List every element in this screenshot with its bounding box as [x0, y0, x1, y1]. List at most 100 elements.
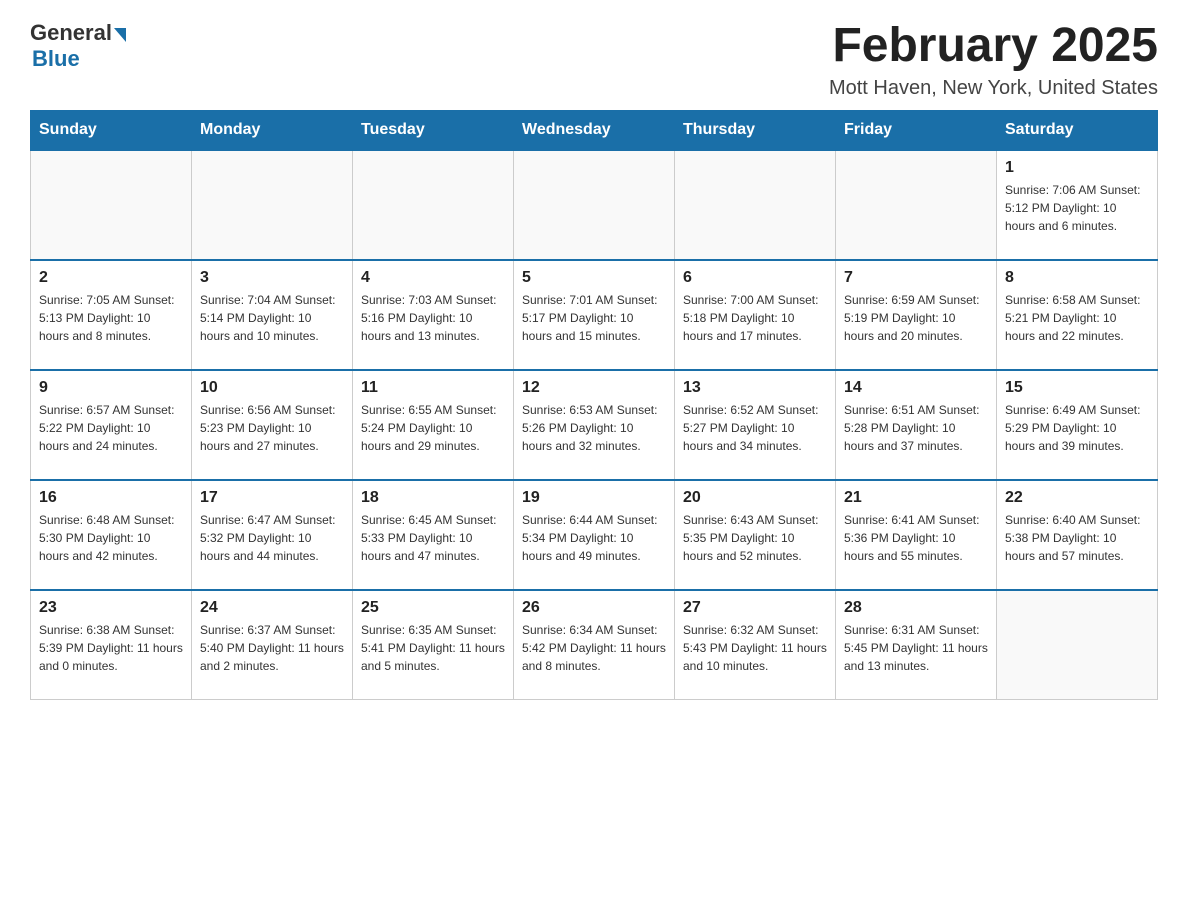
- day-number: 23: [39, 599, 183, 617]
- logo: General Blue: [30, 20, 126, 72]
- day-number: 16: [39, 489, 183, 507]
- day-number: 7: [844, 269, 988, 287]
- day-info: Sunrise: 6:49 AM Sunset: 5:29 PM Dayligh…: [1005, 401, 1149, 455]
- day-number: 1: [1005, 159, 1149, 177]
- week-row-5: 23 Sunrise: 6:38 AM Sunset: 5:39 PM Dayli…: [31, 590, 1158, 700]
- logo-general-text: General: [30, 20, 112, 46]
- week-row-2: 2Sunrise: 7:05 AM Sunset: 5:13 PM Daylig…: [31, 260, 1158, 370]
- day-info: Sunrise: 6:35 AM Sunset: 5:41 PM Dayligh…: [361, 621, 505, 675]
- logo-arrow-icon: [114, 28, 126, 42]
- header-right: February 2025 Mott Haven, New York, Unit…: [829, 20, 1158, 100]
- calendar-table: SundayMondayTuesdayWednesdayThursdayFrid…: [30, 110, 1158, 701]
- day-info: Sunrise: 6:31 AM Sunset: 5:45 PM Dayligh…: [844, 621, 988, 675]
- calendar-cell: 18 Sunrise: 6:45 AM Sunset: 5:33 PM Dayli…: [353, 480, 514, 590]
- day-info: Sunrise: 6:37 AM Sunset: 5:40 PM Dayligh…: [200, 621, 344, 675]
- weekday-header-monday: Monday: [192, 110, 353, 150]
- calendar-cell: [192, 150, 353, 260]
- week-row-1: 1 Sunrise: 7:06 AM Sunset: 5:12 PM Daylig…: [31, 150, 1158, 260]
- calendar-cell: 2Sunrise: 7:05 AM Sunset: 5:13 PM Daylig…: [31, 260, 192, 370]
- day-info: Sunrise: 6:40 AM Sunset: 5:38 PM Dayligh…: [1005, 511, 1149, 565]
- location-subtitle: Mott Haven, New York, United States: [829, 77, 1158, 100]
- day-info: Sunrise: 7:01 AM Sunset: 5:17 PM Dayligh…: [522, 291, 666, 345]
- calendar-cell: 13 Sunrise: 6:52 AM Sunset: 5:27 PM Dayli…: [675, 370, 836, 480]
- week-row-4: 16Sunrise: 6:48 AM Sunset: 5:30 PM Dayli…: [31, 480, 1158, 590]
- weekday-header-wednesday: Wednesday: [514, 110, 675, 150]
- day-info: Sunrise: 6:38 AM Sunset: 5:39 PM Dayligh…: [39, 621, 183, 675]
- day-info: Sunrise: 7:06 AM Sunset: 5:12 PM Dayligh…: [1005, 181, 1149, 235]
- page-header: General Blue February 2025 Mott Haven, N…: [30, 20, 1158, 100]
- day-number: 15: [1005, 379, 1149, 397]
- day-number: 10: [200, 379, 344, 397]
- calendar-cell: [997, 590, 1158, 700]
- day-number: 9: [39, 379, 183, 397]
- calendar-cell: 3 Sunrise: 7:04 AM Sunset: 5:14 PM Daylig…: [192, 260, 353, 370]
- day-info: Sunrise: 6:57 AM Sunset: 5:22 PM Dayligh…: [39, 401, 183, 455]
- calendar-cell: 1 Sunrise: 7:06 AM Sunset: 5:12 PM Daylig…: [997, 150, 1158, 260]
- calendar-cell: 14 Sunrise: 6:51 AM Sunset: 5:28 PM Dayli…: [836, 370, 997, 480]
- calendar-cell: 7 Sunrise: 6:59 AM Sunset: 5:19 PM Daylig…: [836, 260, 997, 370]
- day-number: 5: [522, 269, 666, 287]
- calendar-cell: 25 Sunrise: 6:35 AM Sunset: 5:41 PM Dayli…: [353, 590, 514, 700]
- day-info: Sunrise: 6:41 AM Sunset: 5:36 PM Dayligh…: [844, 511, 988, 565]
- calendar-cell: 5 Sunrise: 7:01 AM Sunset: 5:17 PM Daylig…: [514, 260, 675, 370]
- day-number: 20: [683, 489, 827, 507]
- weekday-header-sunday: Sunday: [31, 110, 192, 150]
- day-number: 24: [200, 599, 344, 617]
- day-info: Sunrise: 7:03 AM Sunset: 5:16 PM Dayligh…: [361, 291, 505, 345]
- day-info: Sunrise: 6:34 AM Sunset: 5:42 PM Dayligh…: [522, 621, 666, 675]
- day-info: Sunrise: 6:44 AM Sunset: 5:34 PM Dayligh…: [522, 511, 666, 565]
- calendar-cell: 17 Sunrise: 6:47 AM Sunset: 5:32 PM Dayli…: [192, 480, 353, 590]
- calendar-cell: [675, 150, 836, 260]
- weekday-header-friday: Friday: [836, 110, 997, 150]
- day-number: 14: [844, 379, 988, 397]
- calendar-cell: 16Sunrise: 6:48 AM Sunset: 5:30 PM Dayli…: [31, 480, 192, 590]
- day-number: 3: [200, 269, 344, 287]
- day-info: Sunrise: 6:56 AM Sunset: 5:23 PM Dayligh…: [200, 401, 344, 455]
- calendar-cell: 19 Sunrise: 6:44 AM Sunset: 5:34 PM Dayli…: [514, 480, 675, 590]
- day-info: Sunrise: 7:00 AM Sunset: 5:18 PM Dayligh…: [683, 291, 827, 345]
- day-info: Sunrise: 6:59 AM Sunset: 5:19 PM Dayligh…: [844, 291, 988, 345]
- day-number: 19: [522, 489, 666, 507]
- weekday-header-tuesday: Tuesday: [353, 110, 514, 150]
- calendar-cell: [353, 150, 514, 260]
- calendar-cell: 4 Sunrise: 7:03 AM Sunset: 5:16 PM Daylig…: [353, 260, 514, 370]
- calendar-cell: 8Sunrise: 6:58 AM Sunset: 5:21 PM Daylig…: [997, 260, 1158, 370]
- calendar-cell: 27Sunrise: 6:32 AM Sunset: 5:43 PM Dayli…: [675, 590, 836, 700]
- calendar-cell: 6 Sunrise: 7:00 AM Sunset: 5:18 PM Daylig…: [675, 260, 836, 370]
- calendar-cell: 21 Sunrise: 6:41 AM Sunset: 5:36 PM Dayli…: [836, 480, 997, 590]
- day-number: 21: [844, 489, 988, 507]
- calendar-cell: 10 Sunrise: 6:56 AM Sunset: 5:23 PM Dayli…: [192, 370, 353, 480]
- calendar-cell: 23 Sunrise: 6:38 AM Sunset: 5:39 PM Dayli…: [31, 590, 192, 700]
- day-info: Sunrise: 6:52 AM Sunset: 5:27 PM Dayligh…: [683, 401, 827, 455]
- calendar-cell: 9 Sunrise: 6:57 AM Sunset: 5:22 PM Daylig…: [31, 370, 192, 480]
- day-info: Sunrise: 6:43 AM Sunset: 5:35 PM Dayligh…: [683, 511, 827, 565]
- logo-blue-text: Blue: [32, 46, 80, 72]
- day-number: 4: [361, 269, 505, 287]
- day-number: 17: [200, 489, 344, 507]
- calendar-cell: 26 Sunrise: 6:34 AM Sunset: 5:42 PM Dayli…: [514, 590, 675, 700]
- day-info: Sunrise: 6:53 AM Sunset: 5:26 PM Dayligh…: [522, 401, 666, 455]
- month-title: February 2025: [829, 20, 1158, 73]
- day-number: 18: [361, 489, 505, 507]
- calendar-cell: [836, 150, 997, 260]
- day-number: 26: [522, 599, 666, 617]
- day-info: Sunrise: 6:51 AM Sunset: 5:28 PM Dayligh…: [844, 401, 988, 455]
- day-info: Sunrise: 7:04 AM Sunset: 5:14 PM Dayligh…: [200, 291, 344, 345]
- day-number: 12: [522, 379, 666, 397]
- day-info: Sunrise: 6:47 AM Sunset: 5:32 PM Dayligh…: [200, 511, 344, 565]
- day-number: 28: [844, 599, 988, 617]
- day-number: 22: [1005, 489, 1149, 507]
- calendar-cell: [31, 150, 192, 260]
- day-info: Sunrise: 6:45 AM Sunset: 5:33 PM Dayligh…: [361, 511, 505, 565]
- day-number: 2: [39, 269, 183, 287]
- calendar-cell: [514, 150, 675, 260]
- weekday-header-saturday: Saturday: [997, 110, 1158, 150]
- day-number: 13: [683, 379, 827, 397]
- calendar-cell: 12 Sunrise: 6:53 AM Sunset: 5:26 PM Dayli…: [514, 370, 675, 480]
- day-number: 6: [683, 269, 827, 287]
- day-number: 25: [361, 599, 505, 617]
- calendar-cell: 22 Sunrise: 6:40 AM Sunset: 5:38 PM Dayli…: [997, 480, 1158, 590]
- day-info: Sunrise: 6:55 AM Sunset: 5:24 PM Dayligh…: [361, 401, 505, 455]
- day-info: Sunrise: 6:58 AM Sunset: 5:21 PM Dayligh…: [1005, 291, 1149, 345]
- calendar-cell: 15 Sunrise: 6:49 AM Sunset: 5:29 PM Dayli…: [997, 370, 1158, 480]
